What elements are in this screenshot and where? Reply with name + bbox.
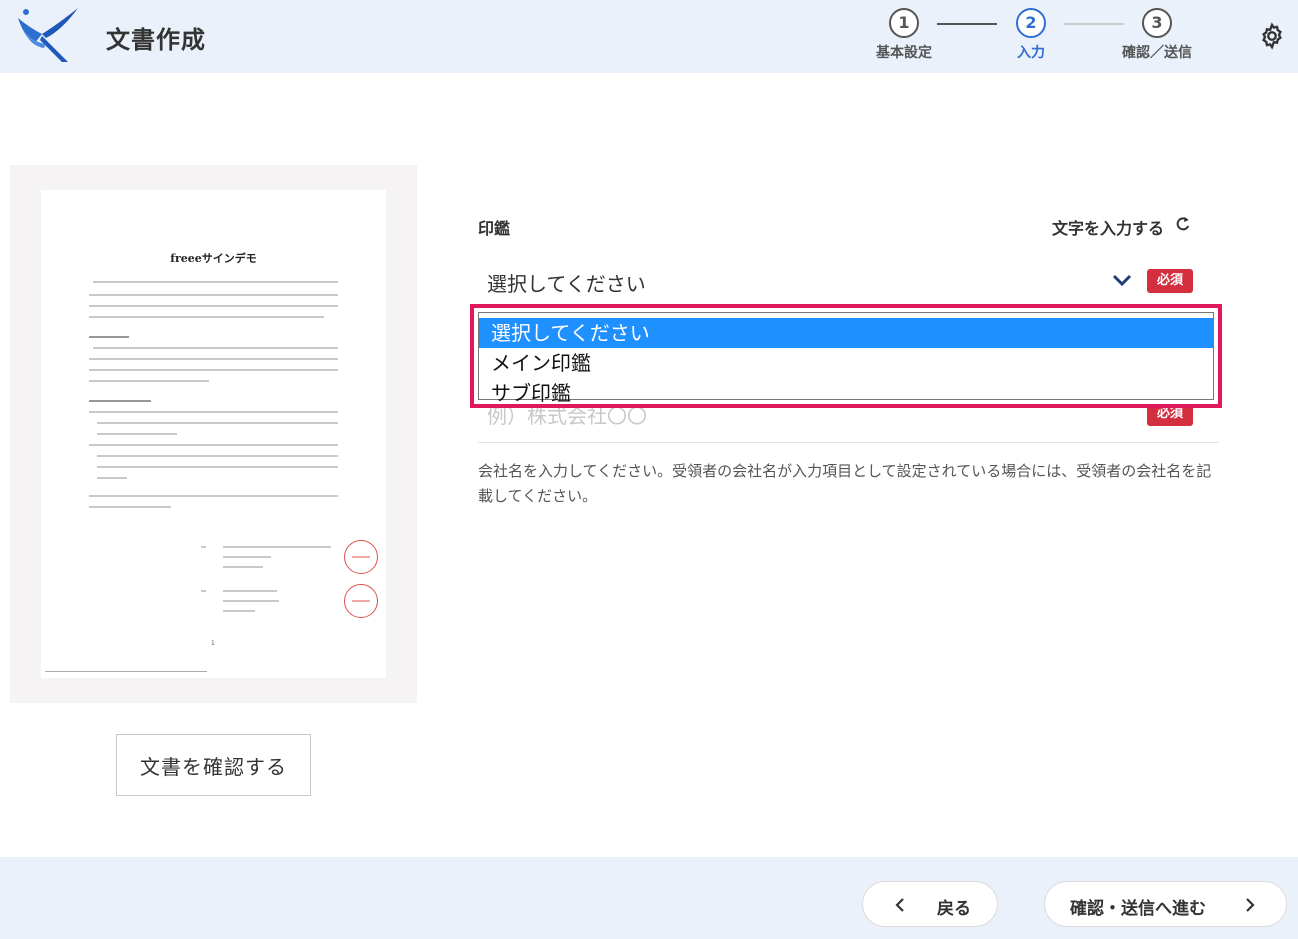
doc-text-line: [97, 477, 127, 479]
signature-stamp-placeholder: [344, 540, 378, 574]
doc-text-line: [223, 546, 331, 548]
doc-text-line: [223, 600, 279, 602]
help-text: 会社名を入力してください。受領者の会社名が入力項目として設定されている場合には、…: [478, 462, 1212, 505]
required-badge: 必須: [1147, 269, 1193, 293]
doc-text-line: [93, 281, 338, 283]
doc-text-line: [223, 590, 277, 592]
freee-sign-logo-icon: [18, 8, 78, 62]
text-input-toggle[interactable]: 文字を入力する: [1052, 215, 1164, 239]
doc-text-line: [89, 506, 171, 508]
doc-text-line: [97, 466, 338, 468]
doc-text-line: [223, 566, 263, 568]
progress-stepper: 1 基本設定 2 入力 3 確認／送信: [862, 8, 1222, 68]
doc-text-line: [97, 455, 338, 457]
page-title: 文書作成: [106, 26, 206, 54]
confirm-document-button[interactable]: 文書を確認する: [116, 734, 311, 796]
page-number: 1: [211, 640, 215, 647]
step-number: 1: [889, 8, 919, 38]
doc-text-line: [89, 444, 338, 446]
back-button[interactable]: 戻る: [862, 881, 998, 927]
step-label: 基本設定: [876, 45, 932, 61]
step-label: 入力: [1017, 45, 1045, 61]
document-title: freeeサインデモ: [170, 252, 257, 265]
doc-text-line: [97, 422, 338, 424]
dropdown-option-placeholder[interactable]: 選択してください: [479, 318, 1213, 348]
dropdown-options: 選択してください メイン印鑑 サブ印鑑: [478, 312, 1214, 405]
chevron-down-icon[interactable]: [1112, 272, 1132, 288]
step-number: 3: [1142, 8, 1172, 38]
back-button-label: 戻る: [937, 899, 971, 919]
doc-text-line: [89, 369, 338, 371]
step-basic-settings: 1 基本設定: [859, 8, 949, 62]
step-input: 2 入力: [986, 8, 1076, 62]
chevron-right-icon: [1246, 898, 1255, 912]
stamp-dropdown-list: 選択してください メイン印鑑 サブ印鑑: [470, 304, 1222, 408]
chevron-left-icon: [895, 898, 904, 912]
gear-icon[interactable]: [1258, 22, 1286, 50]
doc-text-line: [89, 411, 338, 413]
document-preview: freeeサインデモ 1: [10, 165, 417, 703]
step-label: 確認／送信: [1122, 45, 1192, 61]
doc-text-line: [201, 546, 206, 548]
next-button[interactable]: 確認・送信へ進む: [1044, 881, 1287, 927]
doc-heading-line: [89, 336, 129, 338]
stamp-field-label: 印鑑: [478, 219, 511, 238]
doc-text-line: [97, 433, 177, 435]
step-confirm-send: 3 確認／送信: [1112, 8, 1202, 62]
document-page: freeeサインデモ 1: [41, 190, 386, 678]
doc-text-line: [223, 556, 271, 558]
doc-text-line: [89, 358, 338, 360]
doc-text-line: [89, 294, 338, 296]
doc-text-line: [89, 305, 338, 307]
signature-stamp-placeholder: [344, 584, 378, 618]
refresh-icon[interactable]: [1174, 215, 1192, 233]
header: 文書作成 1 基本設定 2 入力 3 確認／送信: [0, 0, 1298, 73]
doc-text-line: [223, 610, 255, 612]
step-number: 2: [1016, 8, 1046, 38]
doc-text-line: [201, 590, 206, 592]
doc-footer-line: [45, 671, 207, 672]
dropdown-option-main-stamp[interactable]: メイン印鑑: [479, 348, 1213, 378]
stamp-select[interactable]: 選択してください: [487, 268, 646, 297]
doc-heading-line: [89, 400, 151, 402]
dropdown-option-sub-stamp[interactable]: サブ印鑑: [479, 378, 1213, 408]
doc-text-line: [89, 495, 338, 497]
doc-text-line: [89, 380, 209, 382]
doc-text-line: [93, 347, 338, 349]
doc-text-line: [89, 316, 324, 318]
field-divider: [478, 442, 1219, 443]
next-button-label: 確認・送信へ進む: [1070, 899, 1206, 919]
